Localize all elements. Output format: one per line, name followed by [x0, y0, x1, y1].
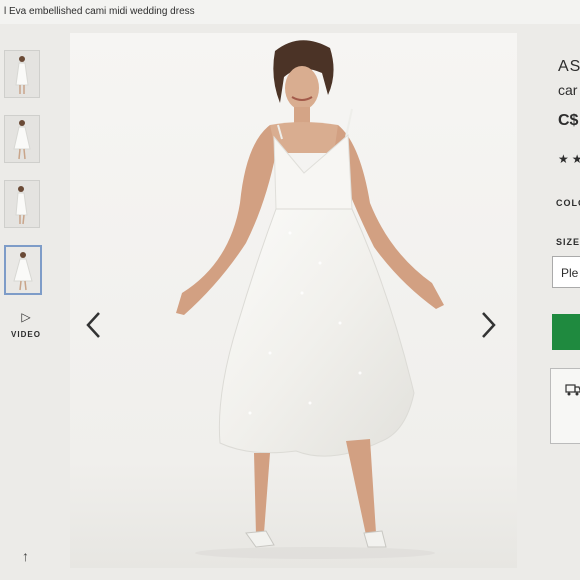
- video-button[interactable]: ▷ VIDEO: [6, 310, 46, 339]
- video-label: VIDEO: [11, 330, 41, 339]
- size-select[interactable]: Ple: [552, 256, 580, 288]
- breadcrumb: l Eva embellished cami midi wedding dres…: [0, 0, 580, 24]
- product-title-breadcrumb: l Eva embellished cami midi wedding dres…: [4, 6, 195, 17]
- product-name: car: [558, 82, 578, 98]
- delivery-info-box: [550, 368, 580, 444]
- thumbnail-front[interactable]: [4, 50, 40, 98]
- thumbnail-side[interactable]: [4, 180, 40, 228]
- rating-stars[interactable]: ★★: [558, 152, 580, 166]
- thumbnail-back[interactable]: [4, 245, 42, 295]
- truck-icon: [565, 383, 580, 401]
- previous-image-arrow-icon[interactable]: [82, 310, 106, 340]
- thumbnail-list: [4, 50, 44, 312]
- size-select-placeholder: Ple: [561, 266, 579, 280]
- main-product-image: [70, 33, 517, 568]
- play-icon: ▷: [21, 310, 31, 324]
- product-price: C$: [558, 112, 579, 129]
- scroll-up-arrow-icon[interactable]: ↑: [22, 548, 29, 564]
- next-image-arrow-icon[interactable]: [476, 310, 500, 340]
- add-to-bag-button[interactable]: [552, 314, 580, 350]
- thumbnail-front-2[interactable]: [4, 115, 40, 163]
- product-brand: AS: [558, 58, 580, 75]
- size-label: SIZE: [556, 237, 580, 247]
- colour-label: COLO: [556, 198, 580, 208]
